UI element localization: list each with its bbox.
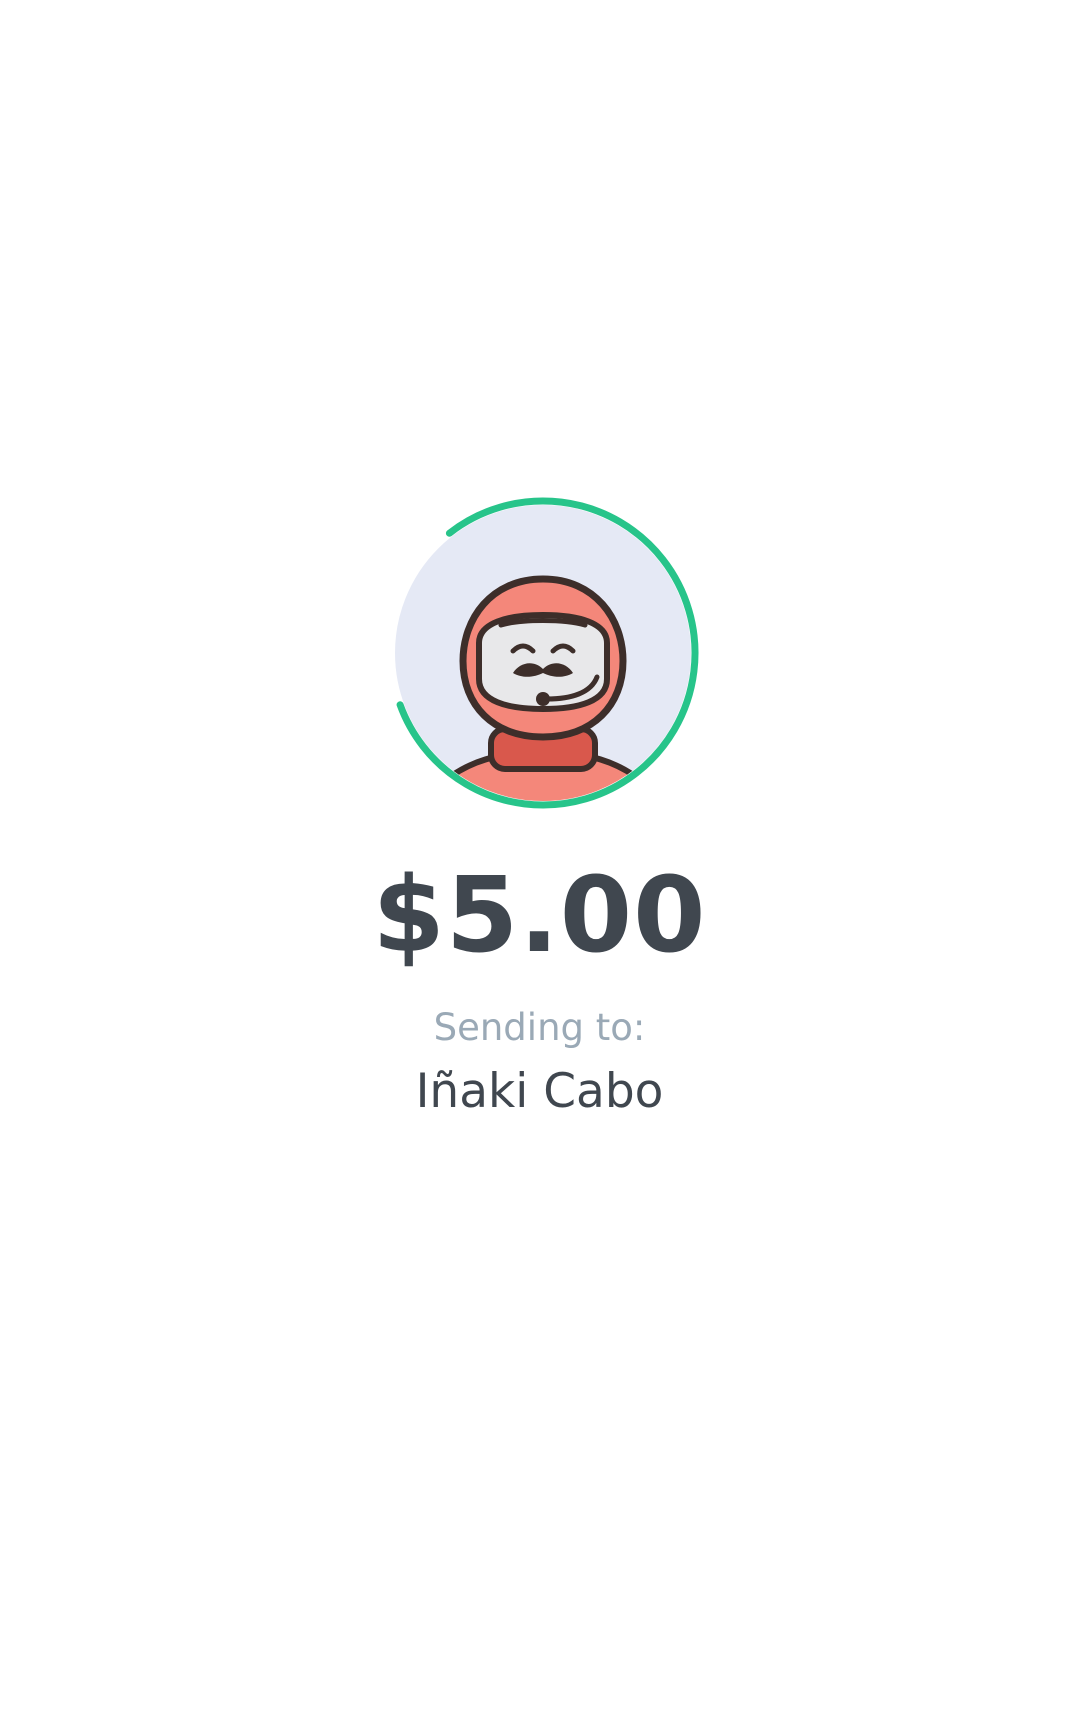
- payment-sending-screen: $5.00 Sending to: Iñaki Cabo: [0, 0, 1079, 1710]
- sending-to-label: Sending to:: [433, 1006, 646, 1049]
- recipient-name: Iñaki Cabo: [415, 1064, 664, 1119]
- avatar-svg: [387, 497, 699, 809]
- payment-amount: $5.00: [372, 854, 707, 976]
- recipient-avatar: [383, 493, 703, 813]
